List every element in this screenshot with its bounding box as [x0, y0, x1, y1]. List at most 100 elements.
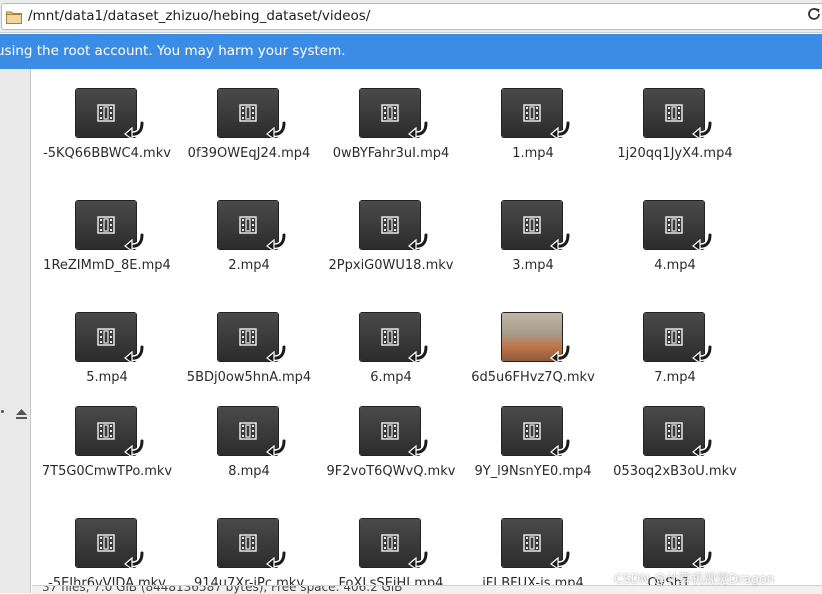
symlink-arrow-icon [550, 232, 571, 253]
file-item[interactable]: 8.mp4 [178, 387, 320, 495]
symlink-arrow-icon [692, 120, 713, 141]
symlink-arrow-icon [408, 120, 429, 141]
symlink-arrow-icon [692, 438, 713, 459]
symlink-arrow-icon [266, 232, 287, 253]
film-icon [665, 216, 683, 234]
file-name-label: 2.mp4 [228, 258, 270, 273]
address-bar: /mnt/data1/dataset_zhizuo/hebing_dataset… [0, 0, 822, 33]
file-item[interactable]: 0f39OWEqJ24.mp4 [178, 69, 320, 177]
file-item[interactable]: iFI BFUX-js.mp4 [462, 499, 604, 593]
film-icon [665, 534, 683, 552]
file-name-label: 2PpxiG0WU18.mkv [328, 258, 454, 273]
file-item[interactable]: FoXLsSEiHI.mp4 [320, 499, 462, 593]
file-item[interactable]: 1ReZIMmD_8E.mp4 [36, 181, 178, 289]
banner-text: using the root account. You may harm you… [0, 43, 346, 59]
file-item[interactable]: 6d5u6FHvz7Q.mkv [462, 293, 604, 401]
symlink-arrow-icon [124, 550, 145, 571]
file-item[interactable]: 4.mp4 [604, 181, 746, 289]
film-icon [665, 422, 683, 440]
symlink-arrow-icon [124, 438, 145, 459]
file-name-label: 3.mp4 [512, 258, 554, 273]
symlink-arrow-icon [408, 344, 429, 365]
film-icon [665, 104, 683, 122]
file-name-label: 9Y_l9NsnYE0.mp4 [474, 464, 592, 479]
file-name-label: -5KQ66BBWC4.mkv [43, 146, 171, 161]
symlink-arrow-icon [550, 438, 571, 459]
symlink-arrow-icon [266, 550, 287, 571]
symlink-arrow-icon [124, 120, 145, 141]
reload-icon[interactable] [806, 6, 822, 22]
film-icon [381, 422, 399, 440]
film-icon [381, 534, 399, 552]
file-item[interactable]: 3.mp4 [462, 181, 604, 289]
file-item[interactable]: 9F2voT6QWvQ.mkv [320, 387, 462, 495]
film-icon [239, 216, 257, 234]
symlink-arrow-icon [124, 344, 145, 365]
file-name-label: 6.mp4 [370, 370, 412, 385]
film-icon [381, 216, 399, 234]
sidebar [0, 69, 31, 593]
file-item[interactable]: 2PpxiG0WU18.mkv [320, 181, 462, 289]
file-name-label: 7T5G0CmwTPo.mkv [41, 464, 173, 479]
file-item[interactable]: 6.mp4 [320, 293, 462, 401]
film-icon [239, 328, 257, 346]
film-icon [97, 422, 115, 440]
file-name-label: 5.mp4 [86, 370, 128, 385]
file-item[interactable]: 0wBYFahr3uI.mp4 [320, 69, 462, 177]
symlink-arrow-icon [408, 232, 429, 253]
file-item[interactable]: 053oq2xB3oU.mkv [604, 387, 746, 495]
film-icon [665, 328, 683, 346]
file-item[interactable]: 1.mp4 [462, 69, 604, 177]
eject-icon[interactable] [15, 408, 28, 420]
symlink-arrow-icon [550, 550, 571, 571]
file-name-label: 6d5u6FHvz7Q.mkv [471, 370, 595, 385]
folder-icon [6, 11, 22, 24]
film-icon [523, 104, 541, 122]
file-grid: -5KQ66BBWC4.mkv 0f39OWEqJ24.mp4 0wBYFahr3u… [32, 69, 822, 593]
file-item[interactable]: 7T5G0CmwTPo.mkv [36, 387, 178, 495]
symlink-arrow-icon [266, 438, 287, 459]
root-warning-banner: using the root account. You may harm you… [0, 34, 822, 69]
symlink-arrow-icon [550, 120, 571, 141]
film-icon [523, 216, 541, 234]
file-name-label: 1ReZIMmD_8E.mp4 [43, 258, 171, 273]
file-item[interactable]: -5EIhr6vVIDA.mkv [36, 499, 178, 593]
film-icon [523, 422, 541, 440]
symlink-arrow-icon [408, 550, 429, 571]
file-name-label: 4.mp4 [654, 258, 696, 273]
file-item[interactable]: 7.mp4 [604, 293, 746, 401]
file-item[interactable]: 1j20qq1JyX4.mp4 [604, 69, 746, 177]
file-item[interactable]: 914u7Xr-iPc.mkv [178, 499, 320, 593]
symlink-arrow-icon [408, 438, 429, 459]
film-icon [97, 328, 115, 346]
symlink-arrow-icon [550, 344, 571, 365]
film-icon [381, 328, 399, 346]
file-name-label: 9F2voT6QWvQ.mkv [326, 464, 456, 479]
symlink-arrow-icon [124, 232, 145, 253]
film-icon [97, 104, 115, 122]
file-item[interactable]: 5BDj0ow5hnA.mp4 [178, 293, 320, 401]
watermark: CSDN @计算机视觉Dragon [614, 571, 775, 586]
symlink-arrow-icon [692, 232, 713, 253]
film-icon [97, 534, 115, 552]
film-icon [239, 422, 257, 440]
path-text: /mnt/data1/dataset_zhizuo/hebing_dataset… [28, 8, 371, 24]
symlink-arrow-icon [692, 344, 713, 365]
symlink-arrow-icon [266, 120, 287, 141]
file-item[interactable]: 9Y_l9NsnYE0.mp4 [462, 387, 604, 495]
sidebar-truncated-label [1, 410, 4, 413]
file-name-label: 7.mp4 [654, 370, 696, 385]
file-name-label: 1.mp4 [512, 146, 554, 161]
file-item[interactable]: 2.mp4 [178, 181, 320, 289]
file-item[interactable]: 5.mp4 [36, 293, 178, 401]
file-item[interactable]: -5KQ66BBWC4.mkv [36, 69, 178, 177]
file-name-label: 0f39OWEqJ24.mp4 [187, 146, 311, 161]
path-field[interactable]: /mnt/data1/dataset_zhizuo/hebing_dataset… [1, 3, 822, 30]
file-name-label: 0wBYFahr3uI.mp4 [332, 146, 450, 161]
file-name-label: 1j20qq1JyX4.mp4 [617, 146, 733, 161]
file-name-label: 5BDj0ow5hnA.mp4 [186, 370, 312, 385]
film-icon [239, 104, 257, 122]
film-icon [239, 534, 257, 552]
film-icon [97, 216, 115, 234]
file-name-label: 053oq2xB3oU.mkv [613, 464, 737, 479]
